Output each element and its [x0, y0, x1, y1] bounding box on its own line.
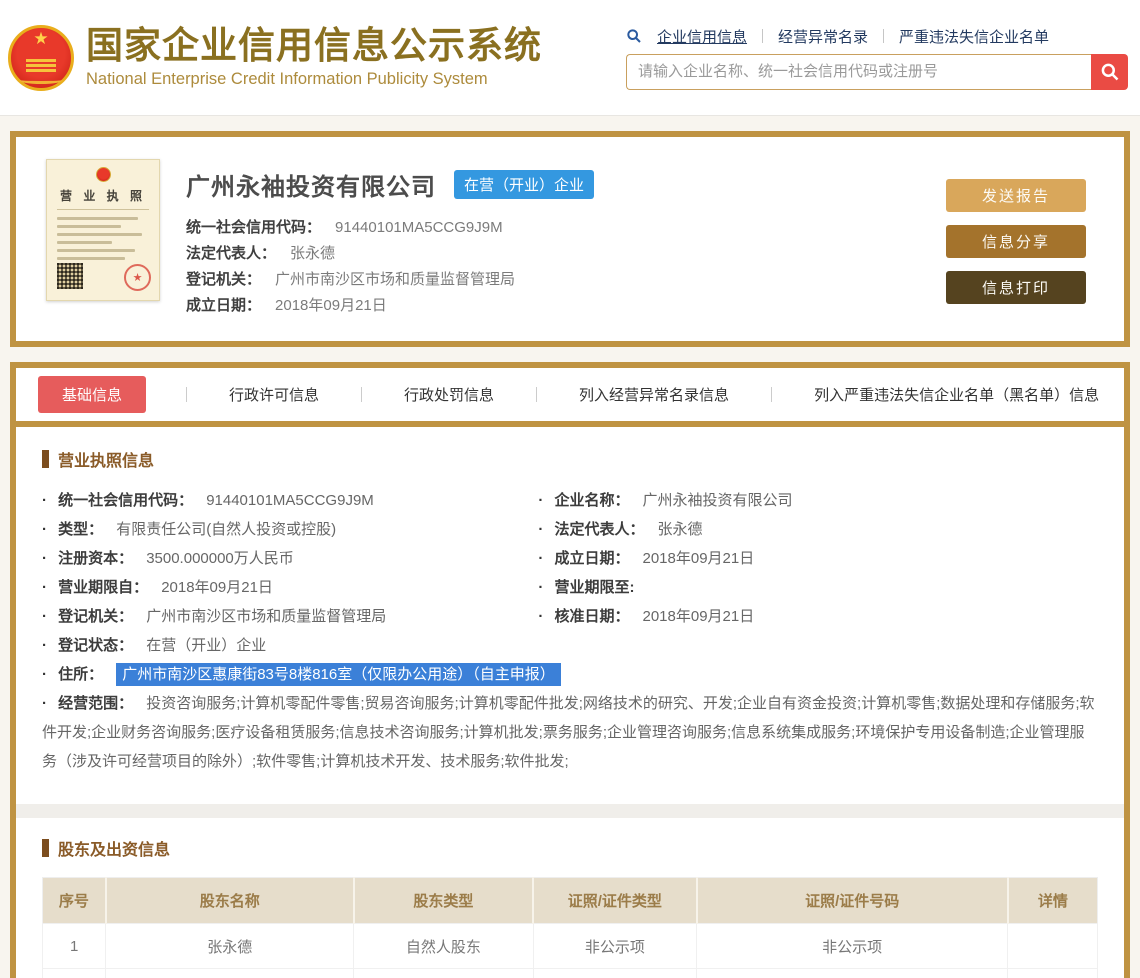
print-info-button[interactable]: 信息打印: [946, 271, 1086, 304]
brand-text: 国家企业信用信息公示系统 National Enterprise Credit …: [86, 25, 542, 89]
license-qr-code: [57, 263, 83, 289]
license-title: 营 业 执 照: [59, 189, 146, 203]
business-license-thumbnail[interactable]: 营 业 执 照 ★: [46, 159, 160, 301]
license-info-left-column: 统一社会信用代码：91440101MA5CCG9J9M 类型：有限责任公司(自然…: [42, 486, 561, 689]
company-status-badge: 在营（开业）企业: [454, 170, 595, 199]
tab-separator: [361, 387, 363, 402]
field-business-scope: 经营范围：投资咨询服务;计算机零配件零售;贸易咨询服务;计算机零配件批发;网络技…: [42, 689, 1098, 776]
company-summary-card: 营 业 执 照 ★ 广州永袖投资有限公司 在营（开业）企业 统一社会信用代码： …: [10, 131, 1130, 347]
field-approval-date: 核准日期：2018年09月21日: [538, 602, 1098, 631]
share-info-button[interactable]: 信息分享: [946, 225, 1086, 258]
header-search-area: 企业信用信息 经营异常名录 严重违法失信企业名单: [626, 26, 1128, 90]
table-row: 2 李荣袖 自然人股东 非公示项 非公示项: [41, 968, 1098, 978]
col-header-detail: 详情: [1007, 877, 1098, 924]
field-registered-capital: 注册资本：3500.000000万人民币: [42, 544, 538, 573]
emblem-wreath-shape: [19, 76, 63, 84]
field-company-name: 企业名称：广州永袖投资有限公司: [538, 486, 1098, 515]
col-header-cert-no: 证照/证件号码: [696, 877, 1009, 924]
cell-cert-type: 非公示项: [532, 923, 698, 969]
nav-link-abnormal-operations[interactable]: 经营异常名录: [778, 26, 868, 47]
card-field-establishment-date: 成立日期： 2018年09月21日: [186, 297, 387, 314]
tab-separator: [536, 387, 538, 402]
col-header-type: 股东类型: [353, 877, 535, 924]
field-company-type: 类型：有限责任公司(自然人投资或控股): [42, 515, 538, 544]
cell-name: 李荣袖: [105, 968, 355, 978]
detail-container: 基础信息 行政许可信息 行政处罚信息 列入经营异常名录信息 列入严重违法失信企业…: [10, 362, 1130, 978]
cell-cert-no: 非公示项: [696, 923, 1009, 969]
cell-index: 1: [41, 923, 107, 969]
site-brand: ★ 国家企业信用信息公示系统 National Enterprise Credi…: [8, 24, 542, 91]
tab-separator: [186, 387, 188, 402]
site-title: 国家企业信用信息公示系统: [86, 25, 542, 67]
card-field-legal-representative: 法定代表人： 张永德: [186, 245, 336, 262]
section-heading-shareholders: 股东及出资信息: [42, 836, 1098, 860]
search-button[interactable]: [1091, 53, 1128, 90]
company-card-fields: 统一社会信用代码： 91440101MA5CCG9J9M 法定代表人： 张永德 …: [186, 215, 920, 319]
company-name-row: 广州永袖投资有限公司 在营（开业）企业: [186, 167, 920, 202]
search-category-links: 企业信用信息 经营异常名录 严重违法失信企业名单: [626, 26, 1128, 47]
field-term-from: 营业期限自：2018年09月21日: [42, 573, 538, 602]
cell-cert-no: 非公示项: [696, 968, 1009, 978]
tab-abnormal-operations-list[interactable]: 列入经营异常名录信息: [577, 376, 731, 413]
page-body: 营 业 执 照 ★ 广州永袖投资有限公司 在营（开业）企业 统一社会信用代码： …: [0, 116, 1140, 978]
search-icon: [1101, 63, 1118, 80]
nav-link-enterprise-credit[interactable]: 企业信用信息: [657, 26, 747, 47]
address-highlighted-value: 广州市南沙区惠康街83号8楼816室（仅限办公用途）（自主申报）: [116, 663, 561, 686]
field-registration-status: 登记状态：在营（开业）企业: [42, 631, 538, 660]
field-credit-code: 统一社会信用代码：91440101MA5CCG9J9M: [42, 486, 538, 515]
site-header: ★ 国家企业信用信息公示系统 National Enterprise Credi…: [0, 0, 1140, 116]
company-card-main: 广州永袖投资有限公司 在营（开业）企业 统一社会信用代码： 91440101MA…: [186, 159, 920, 319]
field-establishment-date: 成立日期：2018年09月21日: [538, 544, 1098, 573]
site-subtitle: National Enterprise Credit Information P…: [86, 69, 488, 88]
nav-separator: [762, 29, 764, 43]
cell-detail: [1007, 923, 1098, 969]
license-emblem-icon: [95, 167, 111, 182]
cell-type: 自然人股东: [353, 968, 534, 978]
send-report-button[interactable]: 发送报告: [946, 179, 1086, 212]
col-header-index: 序号: [42, 877, 107, 924]
emblem-gate-shape: [26, 58, 56, 72]
business-license-info-section: 营业执照信息 统一社会信用代码：91440101MA5CCG9J9M 类型：有限…: [16, 427, 1124, 804]
cell-cert-type: 非公示项: [532, 968, 698, 978]
tab-basic-info[interactable]: 基础信息: [38, 376, 147, 413]
license-red-seal: ★: [124, 264, 151, 291]
detail-tabs: 基础信息 行政许可信息 行政处罚信息 列入经营异常名录信息 列入严重违法失信企业…: [16, 368, 1124, 421]
field-term-to: 营业期限至:: [538, 573, 1098, 602]
cell-name: 张永德: [105, 923, 355, 969]
shareholders-table-header-row: 序号 股东名称 股东类型 证照/证件类型 证照/证件号码 详情: [42, 877, 1098, 924]
cell-type: 自然人股东: [353, 923, 534, 969]
search-category-icon: [626, 28, 642, 44]
tab-serious-violations-blacklist[interactable]: 列入严重违法失信企业名单（黑名单）信息: [812, 376, 1101, 413]
search-bar: [626, 53, 1128, 90]
field-address: 住所：广州市南沙区惠康街83号8楼816室（仅限办公用途）（自主申报）: [42, 660, 561, 689]
shareholders-table: 序号 股东名称 股东类型 证照/证件类型 证照/证件号码 详情 1 张永德 自然…: [41, 877, 1098, 978]
col-header-cert-type: 证照/证件类型: [533, 877, 698, 924]
tab-administrative-licensing[interactable]: 行政许可信息: [227, 376, 321, 413]
table-row: 1 张永德 自然人股东 非公示项 非公示项: [41, 923, 1098, 969]
company-name: 广州永袖投资有限公司: [186, 174, 436, 201]
cell-index: 2: [41, 968, 107, 978]
card-field-registration-authority: 登记机关： 广州市南沙区市场和质量监督管理局: [186, 271, 516, 288]
tab-separator: [771, 387, 773, 402]
section-heading-license-info: 营业执照信息: [42, 447, 1098, 471]
tab-administrative-penalty[interactable]: 行政处罚信息: [402, 376, 496, 413]
license-info-right-column: 企业名称：广州永袖投资有限公司 法定代表人：张永德 成立日期：2018年09月2…: [538, 486, 1098, 689]
nav-link-serious-violations[interactable]: 严重违法失信企业名单: [899, 26, 1049, 47]
search-input[interactable]: [626, 53, 1091, 90]
license-info-fields: 统一社会信用代码：91440101MA5CCG9J9M 类型：有限责任公司(自然…: [42, 486, 1098, 689]
cell-detail: [1007, 968, 1098, 978]
company-card-actions: 发送报告 信息分享 信息打印: [946, 179, 1086, 319]
col-header-name: 股东名称: [105, 877, 355, 924]
card-field-credit-code: 统一社会信用代码： 91440101MA5CCG9J9M: [186, 219, 503, 236]
field-legal-representative: 法定代表人：张永德: [538, 515, 1098, 544]
section-gap: [16, 804, 1124, 818]
emblem-star-icon: ★: [33, 28, 49, 48]
national-emblem-logo: ★: [8, 24, 74, 91]
nav-separator: [883, 29, 885, 43]
field-registration-authority: 登记机关：广州市南沙区市场和质量监督管理局: [42, 602, 538, 631]
license-divider: [57, 209, 149, 210]
shareholders-section: 股东及出资信息 序号 股东名称 股东类型 证照/证件类型 证照/证件号码 详情: [16, 818, 1124, 978]
